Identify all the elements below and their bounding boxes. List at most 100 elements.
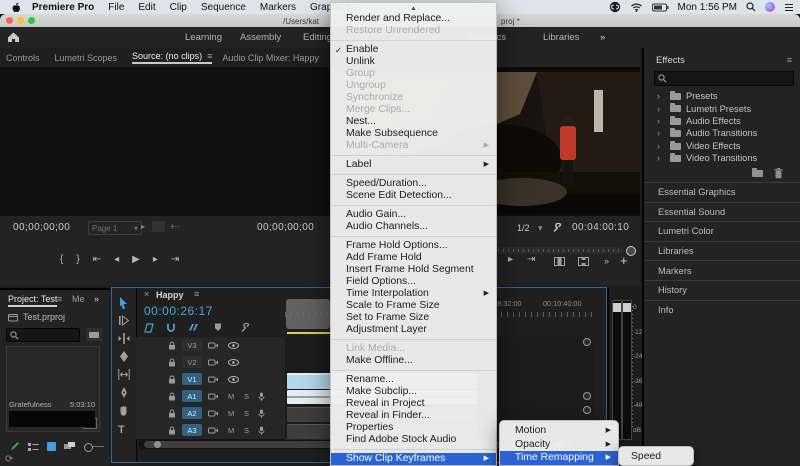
zoom-window-button[interactable]: [28, 17, 35, 24]
context-menu-item[interactable]: Reveal in Finder...: [331, 410, 496, 422]
slip-tool[interactable]: [118, 369, 130, 382]
timeline-panel-menu-icon[interactable]: ≡: [194, 289, 199, 299]
media-browser-tab[interactable]: Me: [72, 294, 85, 304]
mute-track-button[interactable]: M: [228, 426, 234, 435]
mini-play-icon[interactable]: ▸: [141, 222, 145, 231]
sync-lock-icon[interactable]: [208, 342, 218, 349]
track-target-badge[interactable]: A3: [182, 424, 202, 436]
notification-center-icon[interactable]: [784, 3, 794, 12]
effects-folder-row[interactable]: › Lumetri Presets: [644, 102, 800, 114]
context-menu-item[interactable]: Field Options...: [331, 276, 496, 288]
track-target-badge[interactable]: A1: [182, 390, 202, 402]
collapsed-panel-header[interactable]: History: [644, 280, 800, 300]
search-bin-button[interactable]: [86, 328, 102, 341]
track-lock-icon[interactable]: [168, 409, 176, 418]
sync-lock-icon[interactable]: [208, 376, 218, 383]
siri-icon[interactable]: [765, 2, 775, 12]
track-target-badge[interactable]: V2: [182, 356, 202, 368]
effects-folder-row[interactable]: › Video Effects: [644, 140, 800, 152]
audio-track-header[interactable]: A2 M S: [136, 405, 285, 423]
context-menu-item[interactable]: Audio Gain...: [331, 209, 496, 221]
track-target-badge[interactable]: A2: [182, 407, 202, 419]
minimize-window-button[interactable]: [17, 17, 24, 24]
audio-track-header[interactable]: A1 M S: [136, 388, 285, 406]
context-menu-item[interactable]: Link Media...: [331, 343, 496, 355]
playback-resolution-select[interactable]: 1/2: [517, 223, 530, 233]
context-menu-item[interactable]: Frame Hold Options...: [331, 240, 496, 252]
context-menu-item[interactable]: Make Subclip...: [331, 386, 496, 398]
transport-button[interactable]: ⇤: [93, 254, 101, 265]
ripple-edit-tool[interactable]: [118, 333, 130, 346]
project-tabs-overflow-chevron[interactable]: »: [94, 294, 99, 304]
apple-menu-icon[interactable]: [10, 2, 20, 13]
close-window-button[interactable]: [6, 17, 13, 24]
context-menu-item[interactable]: Time Interpolation ▶: [331, 288, 496, 300]
program-more-buttons-chevron[interactable]: »: [604, 256, 609, 266]
button-editor-icon[interactable]: +··: [170, 222, 180, 231]
context-menu-item[interactable]: Add Frame Hold: [331, 252, 496, 264]
project-search-box[interactable]: [6, 328, 80, 342]
context-menu-item[interactable]: Audio Channels...: [331, 221, 496, 233]
solo-track-button[interactable]: S: [244, 409, 249, 418]
timeline-current-timecode[interactable]: 00:00:26:17: [144, 304, 213, 318]
new-custom-bin-icon[interactable]: [752, 170, 763, 177]
voiceover-record-mic-icon[interactable]: [258, 392, 265, 401]
context-menu-item[interactable]: Merge Clips...: [331, 104, 496, 116]
close-sequence-icon[interactable]: ×: [144, 289, 149, 299]
context-menu-item[interactable]: Ungroup: [331, 80, 496, 92]
context-menu-item[interactable]: Nest...: [331, 116, 496, 128]
workspace-tab-learning[interactable]: Learning: [185, 32, 222, 43]
video-track-header[interactable]: V2: [136, 354, 285, 372]
sync-lock-icon[interactable]: [208, 410, 218, 417]
context-menu-item[interactable]: Show Clip Keyframes ▶: [331, 453, 496, 465]
collapsed-panel-header[interactable]: Markers: [644, 260, 800, 280]
submenu-item[interactable]: Time Remapping ▶: [500, 451, 618, 465]
panel-tab[interactable]: Controls: [6, 53, 45, 63]
project-panel-tab[interactable]: Project: Test: [8, 294, 57, 307]
context-menu-item[interactable]: Speed/Duration...: [331, 178, 496, 190]
clip-filmstrip-scrub-area[interactable]: [9, 411, 95, 427]
transport-button[interactable]: {: [60, 254, 63, 265]
context-menu-item[interactable]: Insert Frame Hold Segment: [331, 264, 496, 276]
sync-lock-icon[interactable]: [208, 393, 218, 400]
track-target-badge[interactable]: V3: [182, 339, 202, 351]
lift-button[interactable]: [554, 257, 565, 266]
track-output-eye-icon[interactable]: [228, 359, 239, 366]
context-menu-item[interactable]: Render and Replace...: [331, 13, 496, 25]
track-lock-icon[interactable]: [168, 341, 176, 350]
context-menu-item[interactable]: ✓ Enable: [331, 44, 496, 56]
panel-tab[interactable]: Source: (no clips)≡: [132, 51, 212, 64]
writable-pencil-icon[interactable]: [10, 441, 20, 451]
hand-tool[interactable]: [118, 405, 130, 418]
context-menu-item[interactable]: Make Offline...: [331, 355, 496, 367]
clip-thumbnail-image[interactable]: [9, 349, 95, 397]
razor-tool[interactable]: [118, 351, 130, 364]
context-menu-item[interactable]: Properties: [331, 422, 496, 434]
track-output-eye-icon[interactable]: [228, 342, 239, 349]
icon-view-button[interactable]: [47, 442, 56, 451]
context-menu-item[interactable]: Group: [331, 68, 496, 80]
track-resize-handle[interactable]: [583, 338, 591, 346]
zoom-slider-knob[interactable]: [84, 443, 93, 452]
menubar-item[interactable]: Clip: [170, 2, 187, 13]
add-marker-icon[interactable]: [214, 323, 222, 332]
track-resize-handle[interactable]: [583, 392, 591, 400]
effects-panel-title[interactable]: Effects: [656, 55, 685, 66]
effects-folder-row[interactable]: › Audio Effects: [644, 115, 800, 127]
wifi-icon[interactable]: [630, 2, 643, 12]
menubar-item[interactable]: Sequence: [201, 2, 246, 13]
submenu-item[interactable]: Motion ▶: [500, 424, 618, 438]
track-target-badge[interactable]: V1: [182, 373, 202, 385]
transport-button[interactable]: ◂: [114, 254, 119, 265]
context-menu-item[interactable]: Make Subsequence: [331, 128, 496, 140]
sync-status-icon[interactable]: ⟳: [5, 454, 13, 465]
transport-button[interactable]: ▸: [153, 254, 158, 265]
effects-search-input[interactable]: [669, 72, 791, 85]
effects-folder-row[interactable]: › Audio Transitions: [644, 127, 800, 139]
delete-custom-item-icon[interactable]: [774, 168, 783, 179]
solo-track-button[interactable]: S: [244, 392, 249, 401]
program-add-button[interactable]: +: [620, 253, 628, 268]
menubar-item[interactable]: Edit: [138, 2, 155, 13]
creative-cloud-icon[interactable]: [609, 1, 621, 13]
panel-tab[interactable]: Lumetri Scopes: [55, 53, 123, 63]
